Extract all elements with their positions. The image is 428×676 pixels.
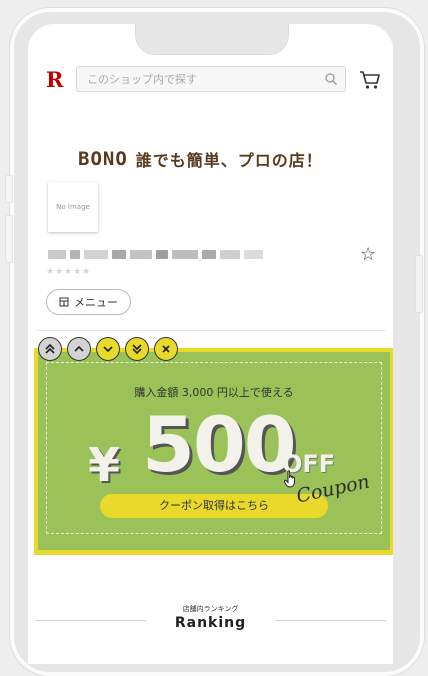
ranking-title[interactable]: Ranking [28, 615, 393, 631]
shop-search-input[interactable] [76, 66, 346, 92]
coupon-card: 購入金額 3,000 円以上で使える ¥ 500 OFF クーポン取得はこちら … [38, 352, 390, 550]
scroll-bottom-button[interactable] [125, 337, 149, 361]
coupon-get-button[interactable]: クーポン取得はこちら [100, 494, 328, 518]
scroll-down-button[interactable] [96, 337, 120, 361]
scroll-top-button[interactable] [38, 337, 62, 361]
menu-button-label: メニュー [74, 296, 118, 309]
double-chevron-down-icon [132, 344, 142, 355]
coupon-currency: ¥ [88, 438, 121, 492]
close-icon [162, 345, 170, 353]
shop-brand-banner[interactable]: BONO 誰でも簡単、プロの店！ [78, 146, 323, 172]
shop-menu-button[interactable]: メニュー [46, 289, 131, 315]
brand-logo: BONO [78, 148, 128, 170]
rating-stars: ★★★★★ [46, 267, 92, 277]
chevron-down-icon [103, 346, 113, 353]
app-header: R [28, 66, 393, 96]
double-chevron-up-icon [45, 343, 55, 354]
ranking-subtitle: 店舗内ランキング [182, 605, 239, 613]
phone-screen: R BONO 誰でも簡単、プロの店！ No Image ★★★★★ ☆ [28, 24, 393, 664]
coupon-amount: 500 [142, 400, 297, 489]
brand-tagline: 誰でも簡単、プロの店！ [135, 151, 323, 170]
phone-side-button [415, 255, 423, 313]
no-image-text: No Image [56, 203, 90, 211]
phone-side-button [5, 175, 13, 203]
coupon-condition: 購入金額 3,000 円以上で使える [134, 386, 294, 399]
banner-controls [38, 337, 183, 361]
star-outline-icon[interactable]: ☆ [360, 246, 376, 264]
rakuten-logo[interactable]: R [46, 68, 63, 92]
shop-name-blurred [48, 246, 263, 262]
chevron-up-icon [74, 345, 84, 352]
coupon-banner[interactable]: 購入金額 3,000 円以上で使える ¥ 500 OFF クーポン取得はこちら … [34, 348, 393, 555]
hand-cursor-icon [284, 470, 295, 488]
phone-notch [135, 24, 289, 55]
shop-menu-icon [59, 297, 69, 307]
scroll-up-button[interactable] [67, 337, 91, 361]
phone-side-button [5, 215, 13, 263]
section-divider [36, 330, 386, 331]
search-icon[interactable] [324, 72, 338, 86]
close-banner-button[interactable] [154, 337, 178, 361]
shop-thumbnail: No Image [48, 182, 98, 232]
cart-icon[interactable] [359, 69, 381, 91]
